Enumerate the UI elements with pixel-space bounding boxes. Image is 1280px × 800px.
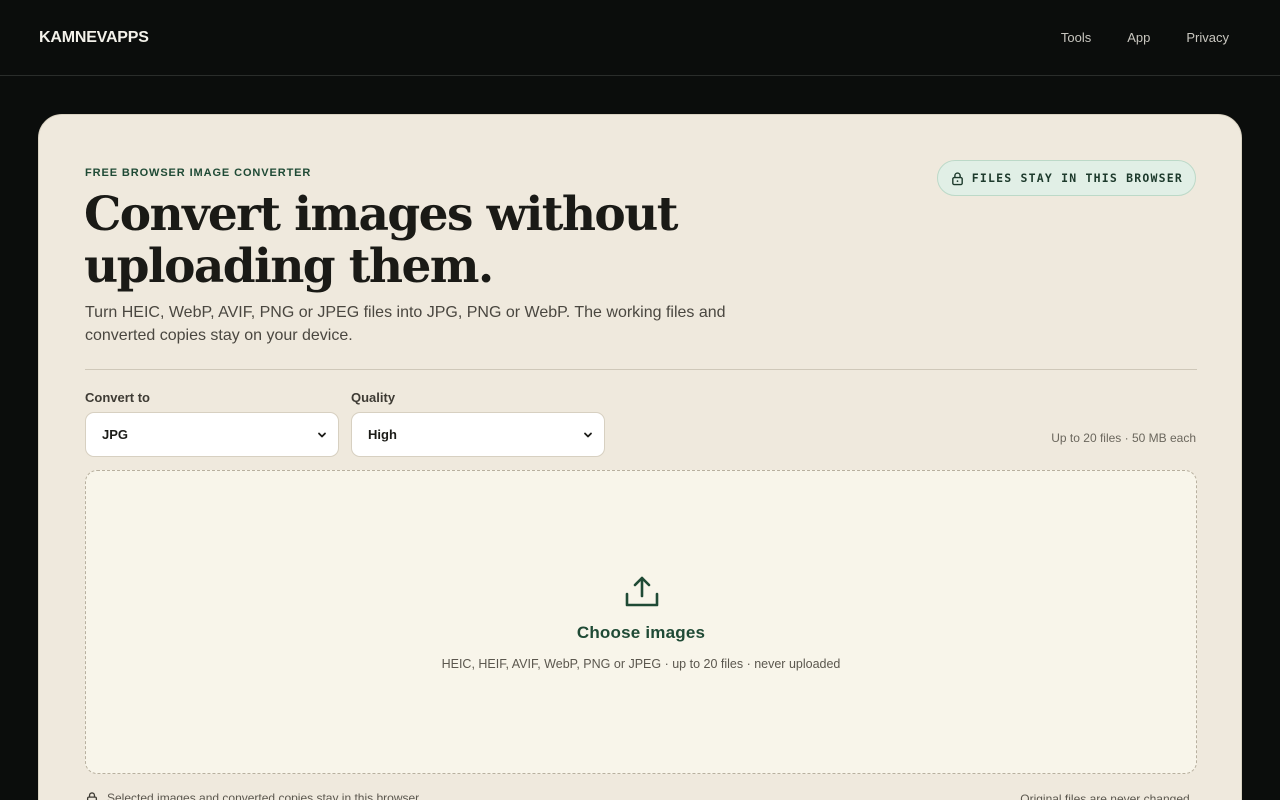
eyebrow-label: FREE BROWSER IMAGE CONVERTER xyxy=(85,167,312,179)
nav-links: Tools App Privacy xyxy=(1061,30,1229,45)
privacy-badge: FILES STAY IN THIS BROWSER xyxy=(936,160,1196,196)
quality-value: High xyxy=(368,427,397,442)
image-dropzone[interactable]: Choose images HEIC, HEIF, AVIF, WebP, PN… xyxy=(85,470,1197,774)
quality-label: Quality xyxy=(351,390,396,405)
originals-note: Original files are never changed. xyxy=(1020,792,1193,800)
page-title-line-2: uploading them. xyxy=(84,239,494,294)
privacy-note-text: Selected images and converted copies sta… xyxy=(107,791,422,800)
nav-link-tools[interactable]: Tools xyxy=(1061,30,1091,45)
nav-link-privacy[interactable]: Privacy xyxy=(1186,30,1229,45)
nav-link-app[interactable]: App xyxy=(1127,30,1150,45)
top-navigation: KAMNEVAPPS Tools App Privacy xyxy=(0,0,1280,76)
converter-card: FREE BROWSER IMAGE CONVERTER FILES STAY … xyxy=(38,114,1242,800)
chevron-down-icon xyxy=(318,432,326,437)
brand-logo[interactable]: KAMNEVAPPS xyxy=(39,29,149,47)
dropzone-hint: HEIC, HEIF, AVIF, WebP, PNG or JPEG · up… xyxy=(441,657,841,671)
page-subtitle: Turn HEIC, WebP, AVIF, PNG or JPEG files… xyxy=(85,304,726,344)
chevron-down-icon xyxy=(584,432,592,437)
file-limits-note: Up to 20 files · 50 MB each xyxy=(1051,431,1196,445)
lock-icon xyxy=(86,792,98,800)
convert-to-select[interactable]: JPG xyxy=(85,412,339,457)
privacy-badge-label: FILES STAY IN THIS BROWSER xyxy=(971,171,1183,185)
privacy-note: Selected images and converted copies sta… xyxy=(85,791,422,800)
quality-select[interactable]: High xyxy=(351,412,605,457)
convert-to-value: JPG xyxy=(102,427,129,442)
lock-icon xyxy=(951,171,963,185)
convert-to-label: Convert to xyxy=(85,390,150,405)
choose-images-button[interactable]: Choose images xyxy=(86,623,1196,643)
upload-icon xyxy=(625,576,659,607)
divider xyxy=(85,369,1197,370)
page-title: Convert images without uploading them. xyxy=(84,189,784,293)
page-title-line-1: Convert images without xyxy=(84,187,678,242)
